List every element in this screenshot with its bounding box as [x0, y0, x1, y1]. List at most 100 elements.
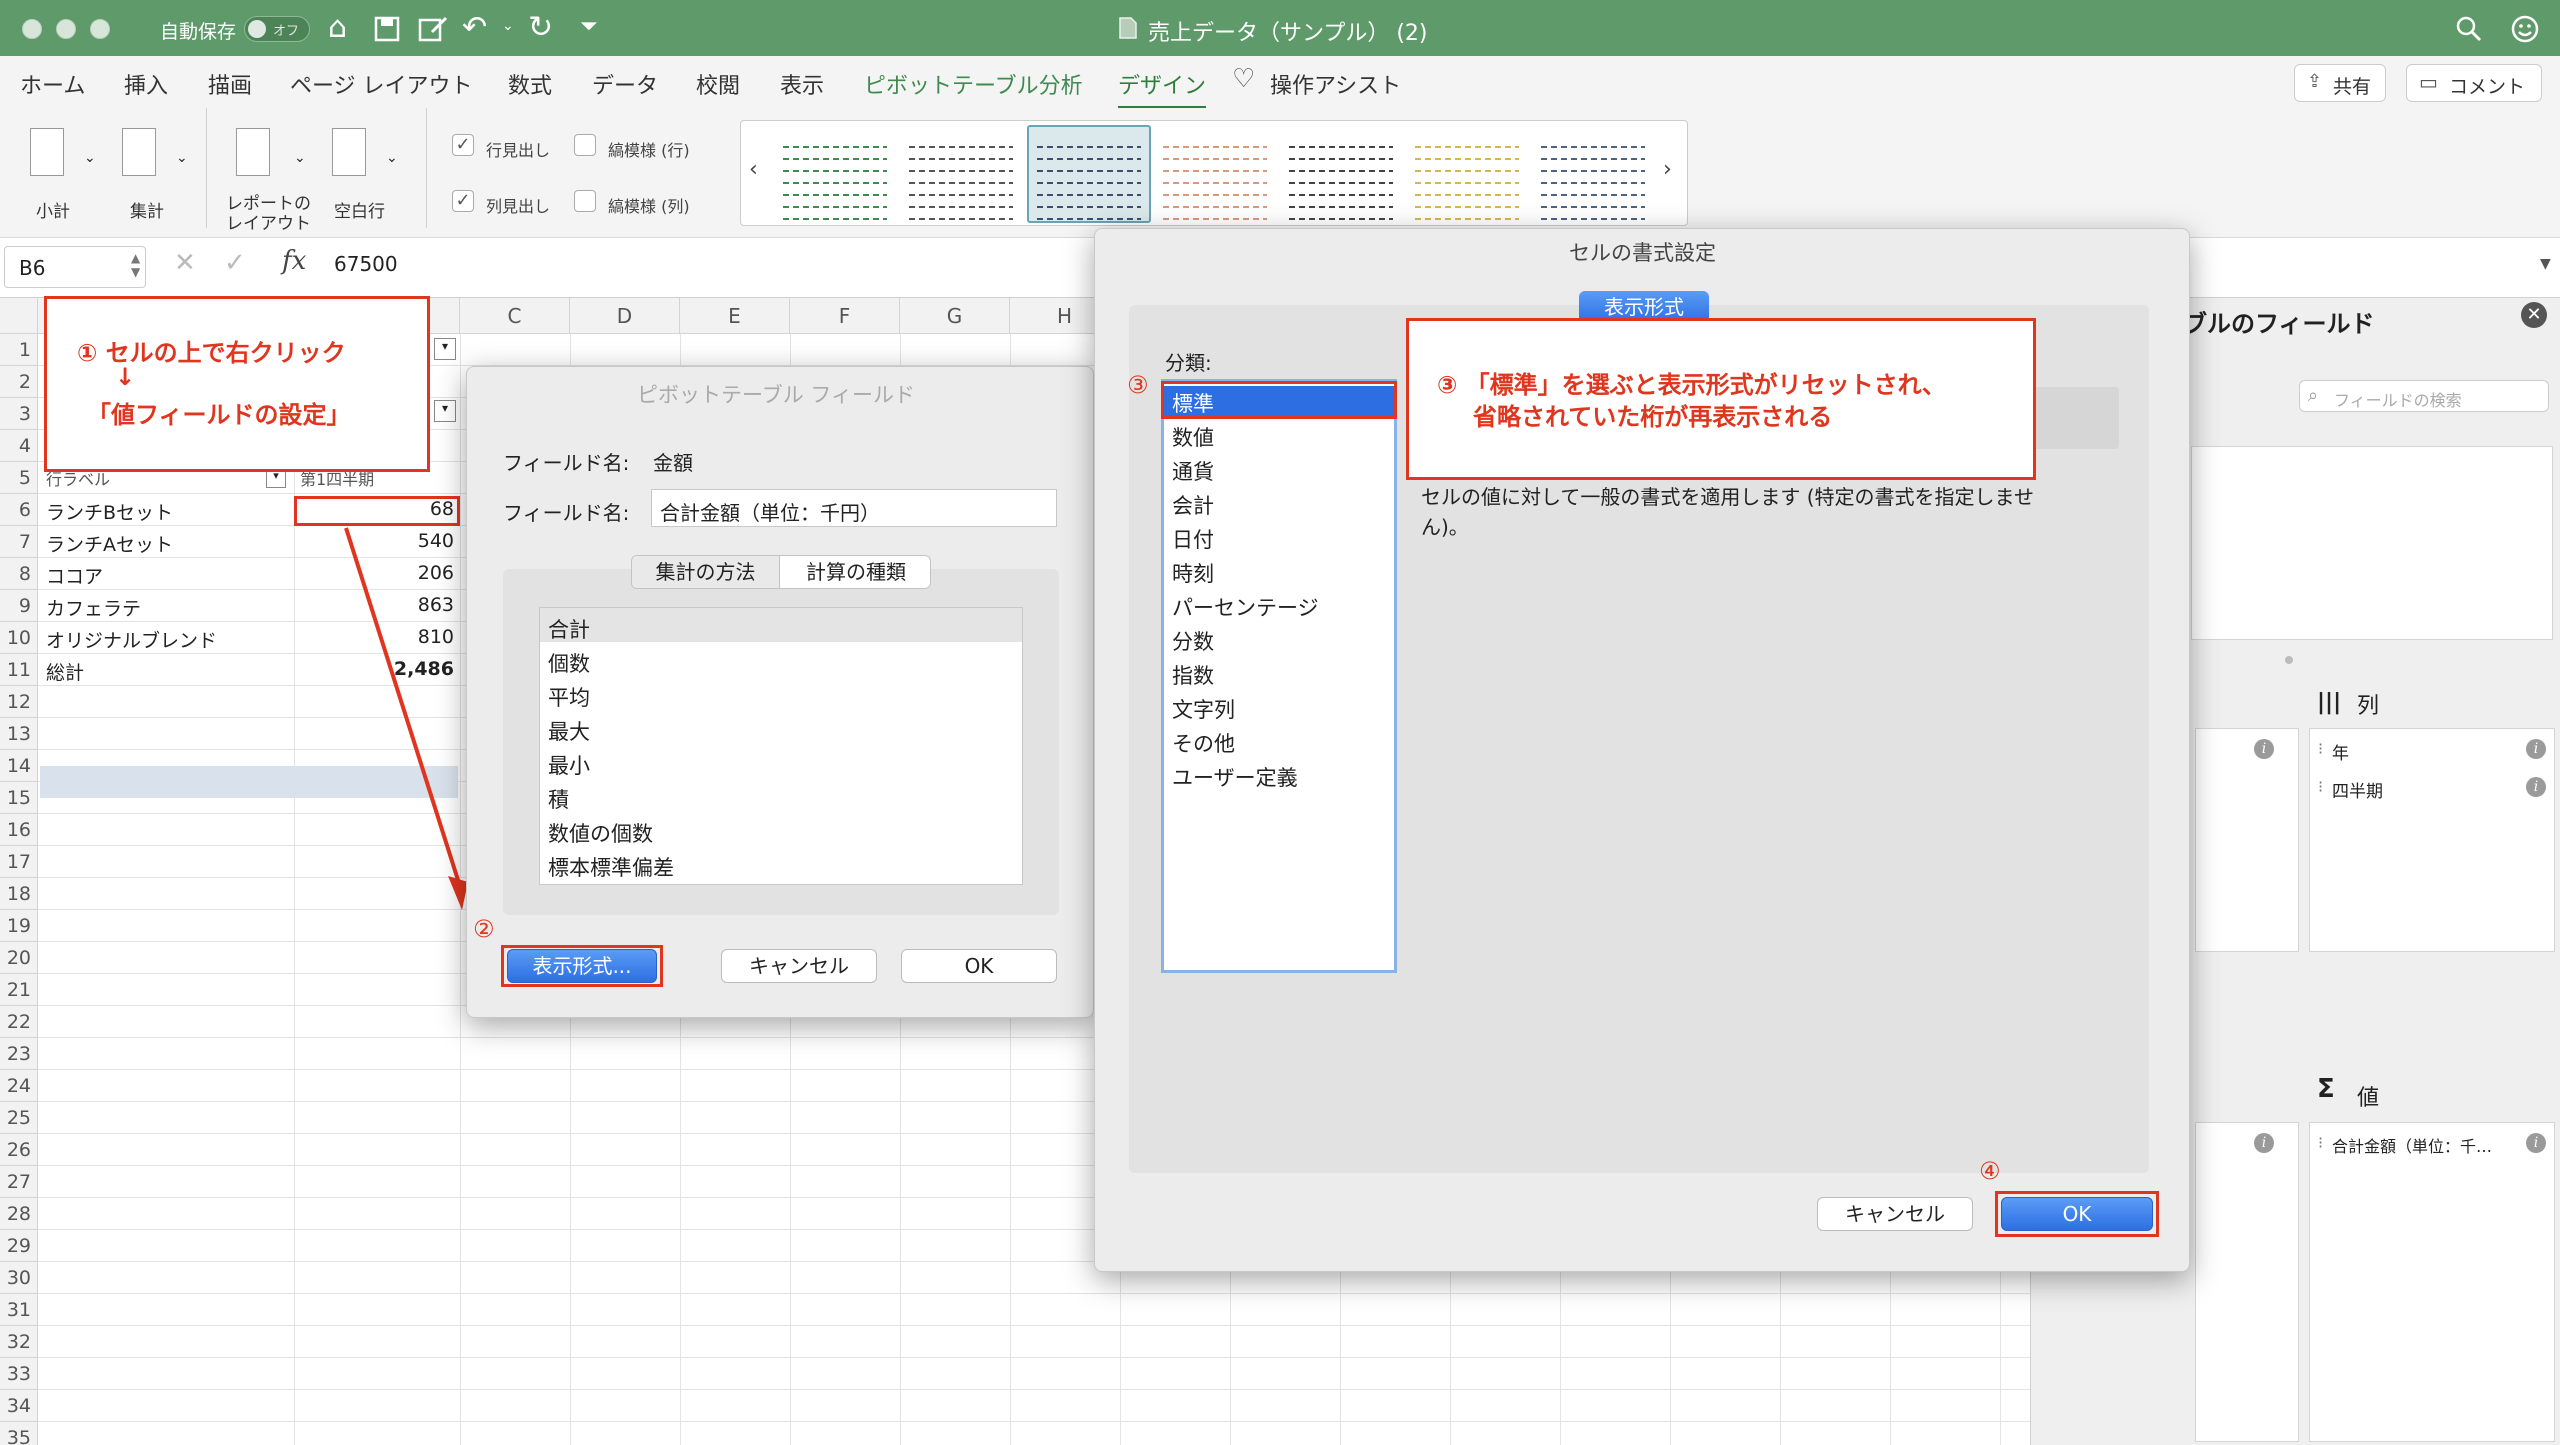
field-info-icon[interactable]: i: [2526, 739, 2546, 759]
row-header[interactable]: 16: [0, 814, 38, 846]
row-header[interactable]: 26: [0, 1134, 38, 1166]
filter-dropdown-icon[interactable]: ▾: [434, 338, 456, 360]
rows-area[interactable]: i: [2195, 1122, 2299, 1442]
report-layout-button[interactable]: ⌄ レポートの レイアウト: [226, 126, 316, 236]
expand-formula-icon[interactable]: ▼: [2540, 256, 2551, 272]
row-header[interactable]: 12: [0, 686, 38, 718]
row-header[interactable]: 29: [0, 1230, 38, 1262]
row-header[interactable]: 10: [0, 622, 38, 654]
row-header[interactable]: 3: [0, 398, 38, 430]
tab-formulas[interactable]: 数式: [508, 68, 552, 100]
function-item[interactable]: 最大: [548, 716, 590, 746]
tab-show-values-as[interactable]: 計算の種類: [782, 556, 930, 588]
category-item[interactable]: 指数: [1172, 660, 1214, 690]
filter-dropdown-icon[interactable]: ▾: [434, 400, 456, 422]
function-icon[interactable]: fx: [282, 246, 306, 276]
home-icon[interactable]: ⌂: [328, 10, 347, 45]
category-list[interactable]: 標準 数値 通貨 会計 日付 時刻 パーセンテージ 分数 指数 文字列 その他 …: [1161, 379, 1397, 973]
value-field[interactable]: 合計金額（単位：千…: [2332, 1133, 2492, 1157]
category-item[interactable]: 会計: [1172, 490, 1214, 520]
category-item[interactable]: 文字列: [1172, 694, 1235, 724]
ok-button[interactable]: OK: [901, 949, 1057, 983]
row-header[interactable]: 34: [0, 1390, 38, 1422]
col-headers-checkbox[interactable]: ✓: [452, 190, 474, 212]
row-header[interactable]: 7: [0, 526, 38, 558]
gallery-prev-icon[interactable]: ‹: [749, 157, 758, 182]
banded-rows-checkbox[interactable]: [574, 134, 596, 156]
category-item[interactable]: 通貨: [1172, 456, 1214, 486]
pivot-style-green[interactable]: [779, 139, 891, 227]
field-info-icon[interactable]: i: [2254, 1133, 2274, 1153]
pivot-item-name[interactable]: カフェラテ: [46, 594, 141, 621]
function-item[interactable]: 平均: [548, 682, 590, 712]
gallery-next-icon[interactable]: ›: [1663, 157, 1672, 182]
row-header[interactable]: 1: [0, 334, 38, 366]
category-item[interactable]: その他: [1172, 728, 1235, 758]
close-window-button[interactable]: [22, 19, 42, 39]
drag-handle-icon[interactable]: ⁝: [2318, 1133, 2323, 1152]
pivot-style-orange[interactable]: [1159, 139, 1271, 227]
function-item[interactable]: 個数: [548, 648, 590, 678]
autosave-toggle[interactable]: オフ: [244, 16, 310, 42]
search-icon[interactable]: [2456, 16, 2482, 42]
column-header-g[interactable]: G: [900, 298, 1010, 334]
row-header[interactable]: 14: [0, 750, 38, 782]
row-header[interactable]: 35: [0, 1422, 38, 1445]
subtotal-button[interactable]: ⌄ 小計: [26, 126, 96, 226]
cancel-entry-icon[interactable]: ✕: [174, 248, 196, 278]
close-icon[interactable]: ✕: [2521, 302, 2547, 328]
undo-dropdown-icon[interactable]: ⌄: [502, 18, 514, 34]
row-header[interactable]: 15: [0, 782, 38, 814]
column-field[interactable]: 年: [2332, 739, 2349, 764]
tab-view[interactable]: 表示: [780, 68, 824, 100]
pivot-item-name[interactable]: ランチAセット: [46, 530, 173, 557]
tab-data[interactable]: データ: [592, 68, 658, 100]
splitter-handle[interactable]: [2285, 656, 2293, 664]
row-header[interactable]: 31: [0, 1294, 38, 1326]
category-item[interactable]: 時刻: [1172, 558, 1214, 588]
select-all-corner[interactable]: [0, 298, 38, 334]
tab-pivot-analyze[interactable]: ピボットテーブル分析: [864, 68, 1083, 100]
banded-cols-checkbox[interactable]: [574, 190, 596, 212]
row-header[interactable]: 4: [0, 430, 38, 462]
field-info-icon[interactable]: i: [2254, 739, 2274, 759]
function-item[interactable]: 数値の個数: [548, 818, 653, 848]
comment-button[interactable]: ▭ コメント: [2406, 64, 2542, 102]
grand-total-button[interactable]: ⌄ 集計: [118, 126, 188, 226]
row-header[interactable]: 32: [0, 1326, 38, 1358]
category-item[interactable]: 数値: [1172, 422, 1214, 452]
ok-button[interactable]: OK: [2001, 1197, 2153, 1231]
column-header-e[interactable]: E: [680, 298, 790, 334]
edit-save-icon[interactable]: [418, 14, 450, 42]
row-header[interactable]: 28: [0, 1198, 38, 1230]
column-header-d[interactable]: D: [570, 298, 680, 334]
share-button[interactable]: ⇪ 共有: [2294, 64, 2386, 102]
tab-insert[interactable]: 挿入: [124, 68, 168, 100]
row-header[interactable]: 27: [0, 1166, 38, 1198]
zoom-window-button[interactable]: [90, 19, 110, 39]
pivot-style-gray[interactable]: [905, 139, 1017, 227]
tab-design[interactable]: デザイン: [1118, 68, 1207, 109]
pivot-item-name[interactable]: ランチBセット: [46, 498, 173, 525]
confirm-entry-icon[interactable]: ✓: [224, 248, 246, 278]
pivot-style-blue-gray[interactable]: [1033, 139, 1145, 227]
row-header[interactable]: 2: [0, 366, 38, 398]
row-header[interactable]: 21: [0, 974, 38, 1006]
customize-toolbar-icon[interactable]: ⏷: [580, 14, 598, 39]
row-header[interactable]: 17: [0, 846, 38, 878]
column-header-c[interactable]: C: [460, 298, 570, 334]
row-header[interactable]: 8: [0, 558, 38, 590]
row-header[interactable]: 19: [0, 910, 38, 942]
field-search-input[interactable]: ⌕ フィールドの検索: [2299, 380, 2549, 412]
pivot-style-slate[interactable]: [1537, 139, 1649, 227]
tab-summarize-by[interactable]: 集計の方法: [632, 556, 780, 588]
row-header[interactable]: 30: [0, 1262, 38, 1294]
row-header[interactable]: 11: [0, 654, 38, 686]
field-list[interactable]: [2191, 446, 2553, 640]
smiley-feedback-icon[interactable]: [2510, 14, 2540, 44]
row-header[interactable]: 20: [0, 942, 38, 974]
cancel-button[interactable]: キャンセル: [1817, 1197, 1973, 1231]
column-field[interactable]: 四半期: [2332, 777, 2383, 802]
row-header[interactable]: 13: [0, 718, 38, 750]
function-list[interactable]: 合計 個数 平均 最大 最小 積 数値の個数 標本標準偏差: [539, 607, 1023, 885]
